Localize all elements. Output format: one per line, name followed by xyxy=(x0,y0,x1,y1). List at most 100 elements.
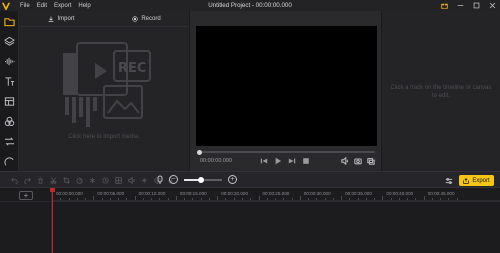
ruler-tick xyxy=(151,198,153,200)
gift-icon[interactable] xyxy=(436,0,452,11)
settings-button[interactable] xyxy=(444,176,453,185)
close-button[interactable] xyxy=(484,0,500,11)
add-track-button[interactable]: + xyxy=(19,191,33,200)
zoom-slider-knob[interactable] xyxy=(198,176,205,183)
preview-canvas[interactable] xyxy=(196,26,377,146)
ruler-tick xyxy=(308,198,310,200)
zoom-in-button[interactable]: + xyxy=(228,175,237,184)
undo-button[interactable] xyxy=(10,176,18,184)
zoom-out-button[interactable]: − xyxy=(169,175,178,184)
ruler-tick xyxy=(208,198,210,200)
ruler-tick xyxy=(423,196,425,200)
ruler-tick-label: 00:00:10.000 xyxy=(138,191,166,196)
skip-forward-icon xyxy=(288,158,295,163)
ruler-tick-label: 00:00:00.000 xyxy=(56,191,83,196)
track-header-column: + xyxy=(0,188,52,253)
mute-icon xyxy=(127,176,135,184)
menu-file[interactable]: File xyxy=(20,3,30,9)
ruler-tick-label: 00:00:20.000 xyxy=(221,191,249,196)
app-logo-icon xyxy=(0,0,12,11)
ruler-tick xyxy=(341,196,343,200)
menu-edit[interactable]: Edit xyxy=(37,3,47,9)
ruler-tick-label: 00:00:40.000 xyxy=(386,191,414,196)
zoom-slider[interactable] xyxy=(184,176,222,183)
marker-icon[interactable] xyxy=(157,175,163,184)
ruler-tick xyxy=(266,198,268,200)
stop-button[interactable] xyxy=(301,156,310,165)
speed-button[interactable] xyxy=(75,176,83,184)
preview-progress-bar[interactable] xyxy=(197,149,375,155)
window-controls xyxy=(436,0,500,11)
ruler-tick-label: 00:00:35.000 xyxy=(345,191,372,196)
minimize-button[interactable] xyxy=(452,0,468,11)
effects-icon xyxy=(4,116,15,126)
audio-wave-icon xyxy=(4,57,15,65)
ruler-tick-label: 00:00:05.000 xyxy=(97,191,125,196)
track-divider xyxy=(0,201,500,202)
maximize-button[interactable] xyxy=(468,0,484,11)
previous-frame-button[interactable] xyxy=(259,156,268,165)
tab-import[interactable]: Import xyxy=(19,11,104,26)
tab-import-label: Import xyxy=(57,15,75,22)
detach-audio-button[interactable] xyxy=(140,176,148,184)
sidebar-item-stickers[interactable] xyxy=(0,151,19,171)
crop-icon xyxy=(62,176,70,184)
mosaic-button[interactable] xyxy=(114,176,122,184)
timeline-right-actions: Export xyxy=(444,175,494,186)
ruler-tick xyxy=(431,198,433,200)
ruler-tick xyxy=(407,198,409,200)
time-ruler[interactable]: 00:00:00.000 00:00:05.000 00:00:10.000 00:0… xyxy=(52,188,500,201)
sidebar-item-templates[interactable] xyxy=(0,91,19,111)
ruler-tick xyxy=(101,198,103,200)
layers-icon xyxy=(4,36,15,46)
import-media-illustration[interactable]: REC xyxy=(59,41,154,131)
ruler-tick xyxy=(299,196,301,200)
sidebar-item-audio[interactable] xyxy=(0,51,19,71)
mosaic-icon xyxy=(114,176,122,184)
play-button[interactable] xyxy=(273,156,282,165)
menu-help[interactable]: Help xyxy=(78,3,90,9)
ruler-tick-label: 00:00:15.000 xyxy=(179,191,207,196)
progress-knob[interactable] xyxy=(197,149,202,155)
ruler-tick xyxy=(126,198,128,200)
sidebar-item-text[interactable] xyxy=(0,71,19,91)
next-frame-button[interactable] xyxy=(287,156,296,165)
tab-record[interactable]: Record xyxy=(104,11,189,26)
crop-button[interactable] xyxy=(62,176,70,184)
ruler-tick xyxy=(184,198,186,200)
playhead[interactable] xyxy=(52,188,53,253)
ruler-tick xyxy=(217,196,219,200)
sidebar-item-transitions[interactable] xyxy=(0,131,19,151)
screenshot-button[interactable] xyxy=(353,156,362,165)
text-icon xyxy=(5,76,15,86)
delete-button[interactable] xyxy=(36,176,44,184)
rec-illustration-text: REC xyxy=(118,61,146,76)
ruler-tick-label: 00:00:25.000 xyxy=(262,191,290,196)
freeze-button[interactable] xyxy=(88,176,96,184)
duration-button[interactable] xyxy=(101,176,109,184)
ruler-tick xyxy=(275,198,277,200)
volume-button[interactable] xyxy=(340,156,349,165)
sidebar-item-media[interactable] xyxy=(0,11,19,31)
split-button[interactable] xyxy=(49,176,57,184)
title-bar: File Edit Export Help Untitled Project -… xyxy=(0,0,500,11)
camera-icon xyxy=(353,157,362,164)
ruler-tick xyxy=(374,198,376,200)
menu-export[interactable]: Export xyxy=(54,3,71,9)
edit-tools xyxy=(10,176,174,184)
playback-controls xyxy=(259,156,310,165)
ruler-tick xyxy=(68,198,70,200)
sidebar-item-effects[interactable] xyxy=(0,111,19,131)
detach-audio-icon xyxy=(141,177,147,183)
ruler-tick xyxy=(192,198,194,200)
mute-button[interactable] xyxy=(127,176,135,184)
fullscreen-button[interactable] xyxy=(366,156,375,165)
redo-button[interactable] xyxy=(23,176,31,184)
export-button[interactable]: Export xyxy=(459,175,494,186)
import-media-hint[interactable]: Click here to import media. xyxy=(19,134,189,140)
ruler-tick xyxy=(448,198,450,200)
ruler-tick-label: 00:00:45.000 xyxy=(427,191,455,196)
menu-bar: File Edit Export Help xyxy=(20,3,91,9)
play-icon xyxy=(275,157,281,164)
sidebar-item-layers[interactable] xyxy=(0,31,19,51)
